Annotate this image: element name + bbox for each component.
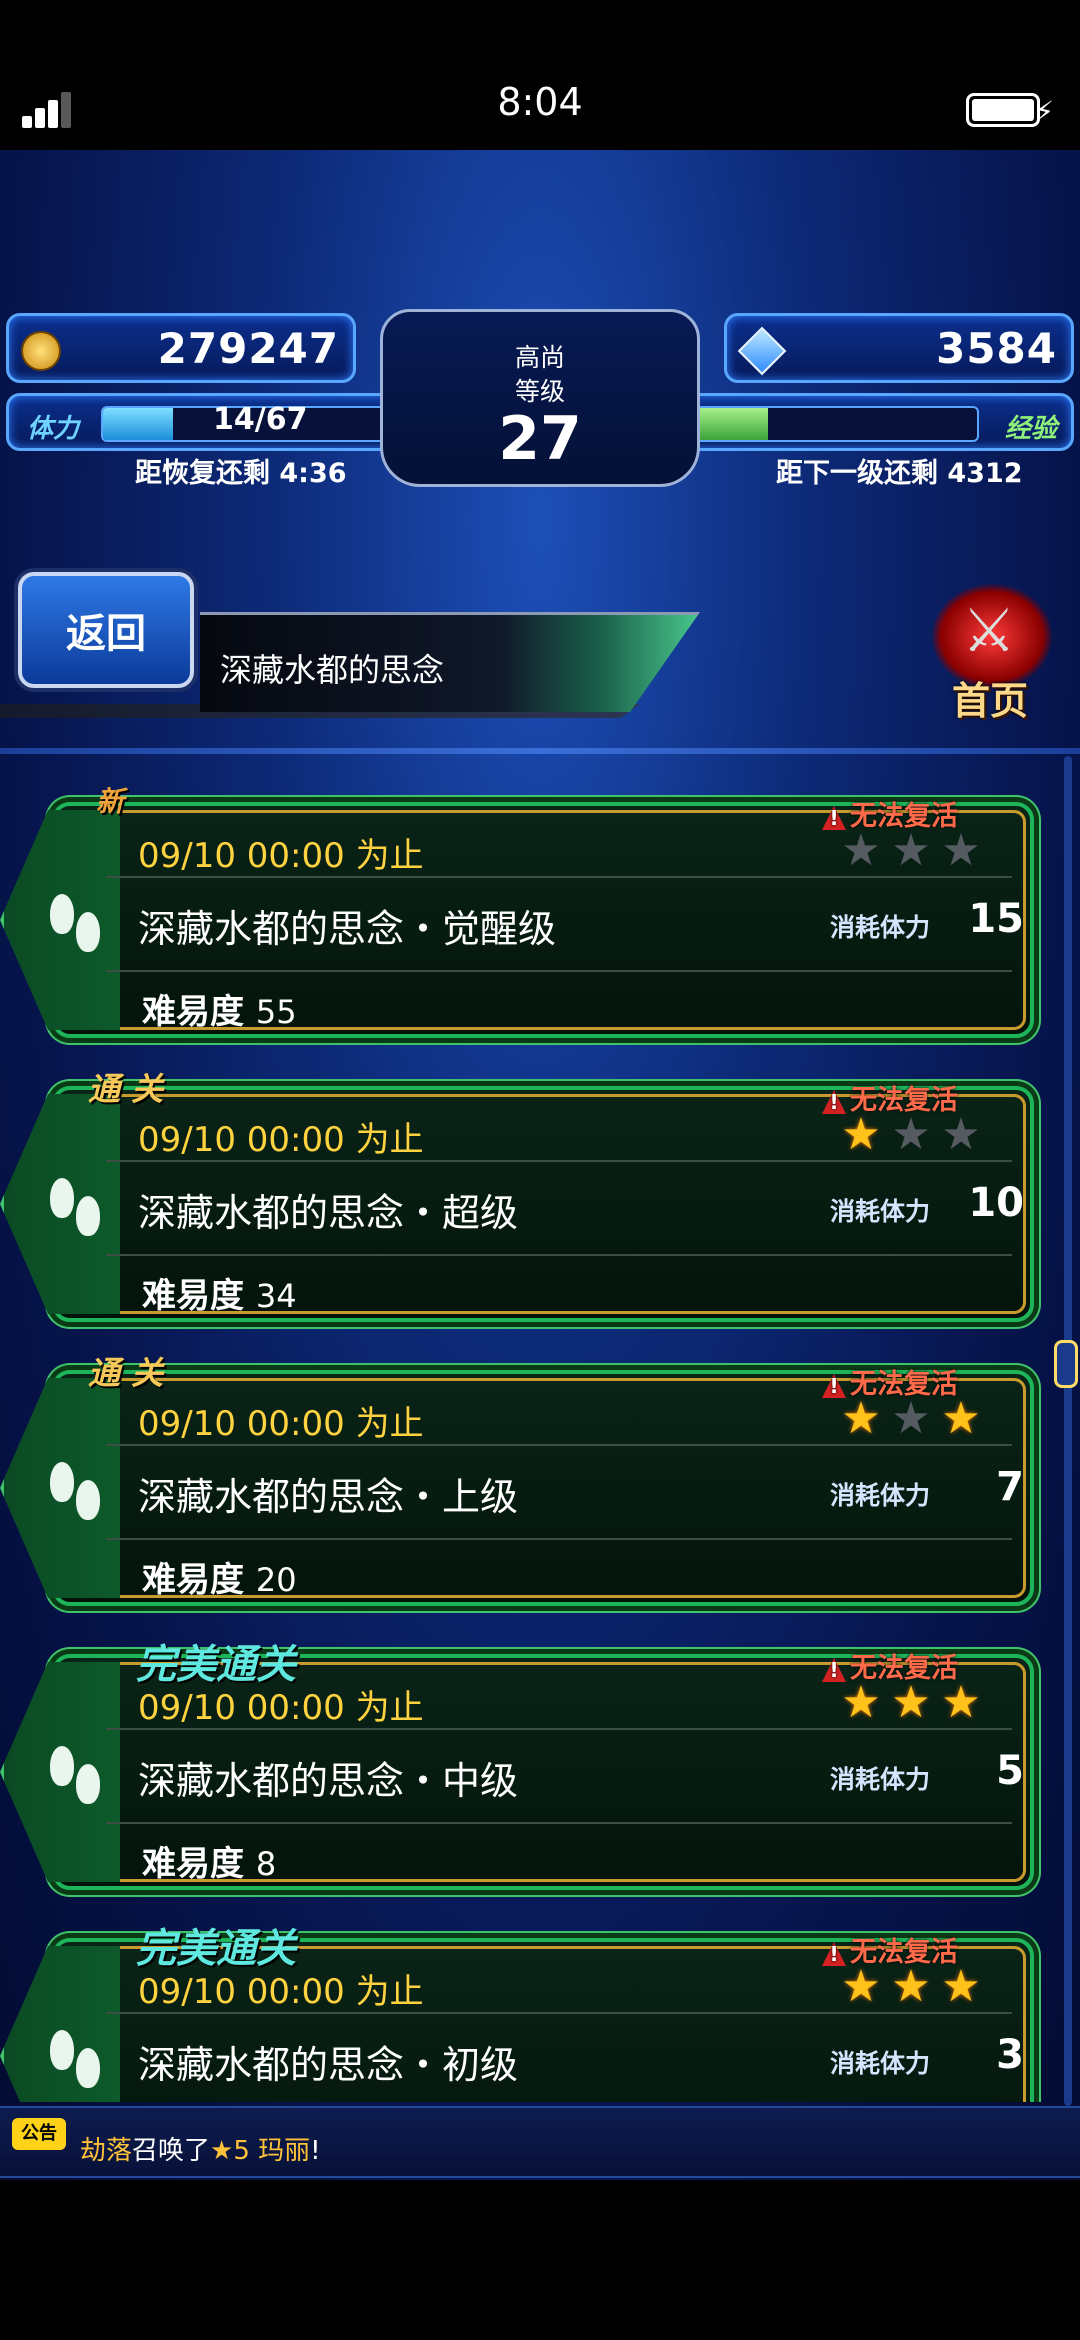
star-icon: ★: [941, 1109, 981, 1160]
star-icon: ★: [841, 1109, 881, 1160]
star-icon: ★: [891, 1677, 931, 1728]
clock: 8:04: [497, 80, 583, 124]
footsteps-icon: [42, 1174, 112, 1244]
stamina-cost-value: 7: [996, 1464, 1024, 1510]
page-title-bar: 深藏水都的思念: [200, 612, 700, 712]
level-title-line1: 高尚: [514, 343, 565, 372]
stamina-label: 体力: [27, 414, 80, 444]
clear-status-badge: 通 关: [88, 1070, 164, 1108]
quest-card[interactable]: 完美通关 ! 无法复活 09/10 00:00 为止 ★ ★ ★ 深藏水都的思念・中级…: [0, 1632, 1064, 1902]
gem-amount: 3584: [936, 324, 1057, 373]
stamina-cost-value: 10: [968, 1180, 1024, 1226]
stamina-cost-label: 消耗体力: [830, 913, 931, 942]
battery-icon: ⚡: [966, 93, 1054, 129]
level-badge: 高尚 等级 27: [380, 309, 700, 487]
quest-card[interactable]: 完美通关 ! 无法复活 09/10 00:00 为止 ★ ★ ★ 深藏水都的思念・初级…: [0, 1916, 1064, 2102]
footsteps-icon: [42, 1742, 112, 1812]
quest-name: 深藏水都的思念・觉醒级: [138, 907, 557, 951]
exp-panel: 经验: [636, 393, 1074, 451]
quest-deadline: 09/10 00:00 为止: [138, 1972, 424, 2012]
gil-panel: 279247: [6, 313, 356, 383]
stamina-fill: [103, 408, 173, 440]
scrollbar-thumb[interactable]: [1054, 1340, 1078, 1388]
difficulty: 难易度 34: [142, 1276, 297, 1316]
star-icon: ★: [891, 825, 931, 876]
star-icon: ★: [941, 1961, 981, 2012]
star-icon: ★: [891, 1961, 931, 2012]
stamina-cost-value: 15: [968, 896, 1024, 942]
star-icon: ★: [891, 1393, 931, 1444]
star-rating: ★ ★ ★: [836, 828, 996, 874]
scrollbar[interactable]: [1064, 756, 1072, 2106]
gem-icon: [737, 326, 787, 376]
quest-name: 深藏水都的思念・中级: [138, 1759, 519, 1803]
quest-card[interactable]: 新 ! 无法复活 09/10 00:00 为止 ★ ★ ★ 深藏水都的思念・觉醒级 消…: [0, 780, 1064, 1050]
star-rating: ★ ★ ★: [836, 1680, 996, 1726]
quest-list[interactable]: 新 ! 无法复活 09/10 00:00 为止 ★ ★ ★ 深藏水都的思念・觉醒级 消…: [0, 780, 1064, 2102]
stamina-cost-label: 消耗体力: [830, 1197, 931, 1226]
page-title: 深藏水都的思念: [220, 651, 445, 689]
stamina-recover-timer: 距恢复还剩 4:36: [135, 458, 347, 489]
announcement-ticker[interactable]: 公告 劫落召唤了★5 玛丽!: [0, 2106, 1080, 2178]
home-label: 首页: [951, 679, 1028, 723]
gil-amount: 279247: [157, 324, 339, 373]
quest-deadline: 09/10 00:00 为止: [138, 1120, 424, 1160]
stamina-cost-value: 5: [996, 1748, 1024, 1794]
star-icon: ★: [941, 1677, 981, 1728]
home-button[interactable]: 首页: [910, 578, 1070, 728]
status-bar: 8:04 ⚡: [0, 0, 1080, 150]
stamina-value: 14/67: [213, 402, 308, 437]
clear-status-badge: 通 关: [88, 1354, 164, 1392]
star-icon: ★: [841, 1677, 881, 1728]
star-icon: ★: [891, 1109, 931, 1160]
footsteps-icon: [42, 890, 112, 960]
star-rating: ★ ★ ★: [836, 1964, 996, 2010]
footsteps-icon: [42, 1458, 112, 1528]
star-icon: ★: [841, 825, 881, 876]
announcement-message: 劫落召唤了★5 玛丽!: [80, 2136, 321, 2166]
gil-coin-icon: [21, 331, 61, 371]
clear-status-badge: 新: [96, 785, 125, 818]
difficulty: 难易度 20: [142, 1560, 297, 1600]
star-icon: ★: [841, 1393, 881, 1444]
difficulty: 难易度 8: [142, 1844, 277, 1884]
player-hud: 279247 3584 体力 14/67 距恢复还剩 4:36 经验 距下一级还…: [0, 305, 1080, 495]
quest-deadline: 09/10 00:00 为止: [138, 836, 424, 876]
announcement-tag: 公告: [12, 2118, 66, 2150]
player-level: 27: [498, 404, 582, 474]
back-button[interactable]: 返回: [18, 572, 194, 688]
stamina-cost-label: 消耗体力: [830, 2049, 931, 2078]
quest-deadline: 09/10 00:00 为止: [138, 1404, 424, 1444]
quest-card[interactable]: 通 关 ! 无法复活 09/10 00:00 为止 ★ ★ ★ 深藏水都的思念・超级 …: [0, 1064, 1064, 1334]
stamina-cost-label: 消耗体力: [830, 1481, 931, 1510]
quest-name: 深藏水都的思念・上级: [138, 1475, 519, 1519]
level-title-line2: 等级: [514, 377, 565, 406]
exp-label: 经验: [1004, 414, 1057, 444]
star-icon: ★: [941, 1393, 981, 1444]
quest-name: 深藏水都的思念・超级: [138, 1191, 519, 1235]
star-icon: ★: [841, 1961, 881, 2012]
stamina-cost-label: 消耗体力: [830, 1765, 931, 1794]
stamina-cost-value: 3: [996, 2032, 1024, 2078]
exp-next-level: 距下一级还剩 4312: [776, 458, 1023, 489]
quest-card[interactable]: 通 关 ! 无法复活 09/10 00:00 为止 ★ ★ ★ 深藏水都的思念・上级 …: [0, 1348, 1064, 1618]
gem-panel[interactable]: 3584: [724, 313, 1074, 383]
quest-name: 深藏水都的思念・初级: [138, 2043, 519, 2087]
difficulty: 难易度 55: [142, 992, 297, 1032]
star-rating: ★ ★ ★: [836, 1396, 996, 1442]
footsteps-icon: [42, 2026, 112, 2096]
star-icon: ★: [941, 825, 981, 876]
quest-deadline: 09/10 00:00 为止: [138, 1688, 424, 1728]
star-rating: ★ ★ ★: [836, 1112, 996, 1158]
